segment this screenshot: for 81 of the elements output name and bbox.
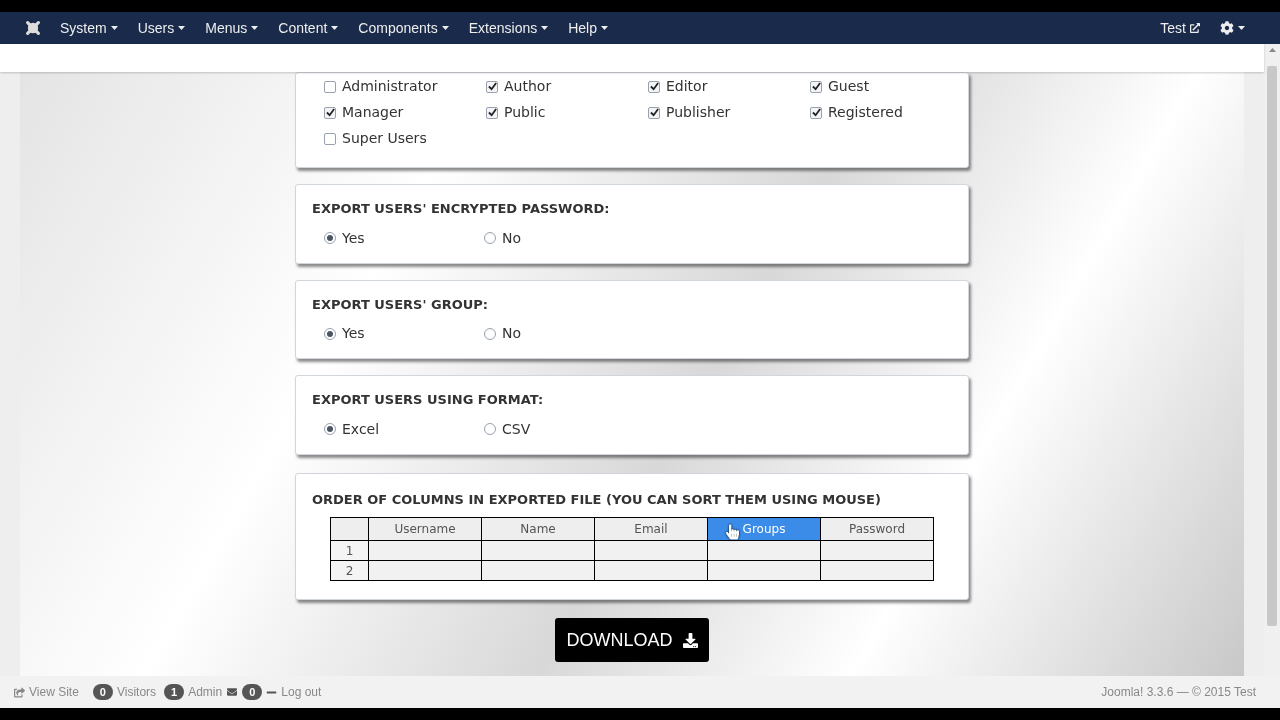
check-icon bbox=[649, 108, 659, 117]
checkbox[interactable] bbox=[810, 106, 822, 119]
nav-menu[interactable]: Help bbox=[568, 17, 608, 39]
check-icon bbox=[487, 108, 497, 117]
column-header[interactable]: Email bbox=[594, 517, 708, 541]
nav-menu[interactable]: Extensions bbox=[468, 17, 549, 39]
mail-icon bbox=[226, 687, 239, 697]
checkbox-label: Author bbox=[504, 77, 552, 96]
checkbox-label: Editor bbox=[666, 77, 708, 96]
radio-label: CSV bbox=[502, 419, 531, 439]
caret-icon bbox=[110, 26, 118, 30]
column-header[interactable]: Password bbox=[820, 517, 934, 541]
radio-button[interactable] bbox=[484, 327, 496, 340]
scroll-up-arrow-icon[interactable] bbox=[1268, 48, 1276, 52]
caret-icon bbox=[541, 26, 549, 30]
check-icon bbox=[487, 82, 497, 91]
nav-menu[interactable]: Menus bbox=[205, 17, 259, 39]
radio-label: Yes bbox=[342, 324, 365, 343]
count-badge: 0 bbox=[242, 683, 263, 701]
scrollbar-thumb[interactable] bbox=[1267, 66, 1277, 626]
section-title: ORDER OF COLUMNS IN EXPORTED FILE (YOU CAN SORT THEM USING MOUSE) bbox=[312, 490, 882, 509]
caret-icon bbox=[251, 26, 259, 30]
checkbox[interactable] bbox=[810, 80, 822, 93]
checkbox-label: Publisher bbox=[666, 103, 731, 122]
column-header[interactable]: Name bbox=[481, 517, 595, 541]
column-header[interactable]: Username bbox=[368, 517, 482, 541]
radio-button[interactable] bbox=[324, 327, 336, 340]
nav-menu[interactable]: System bbox=[60, 17, 118, 39]
nav-menu[interactable]: Content bbox=[278, 17, 339, 39]
download-button[interactable]: DOWNLOAD bbox=[555, 618, 709, 662]
version-text: Joomla! 3.3.6 — © 2015 Test bbox=[1101, 684, 1256, 701]
download-icon bbox=[682, 632, 698, 648]
joomla-logo-icon[interactable] bbox=[24, 19, 42, 37]
row-number: 2 bbox=[330, 560, 369, 581]
settings-menu-button[interactable] bbox=[1220, 21, 1245, 35]
view-site-icon bbox=[14, 686, 25, 698]
section-title: EXPORT USERS' GROUP: bbox=[312, 295, 489, 314]
admin-label: Admin bbox=[188, 684, 223, 701]
caret-icon bbox=[331, 26, 339, 30]
caret-icon bbox=[178, 26, 186, 30]
visitors-label: Visitors bbox=[116, 684, 157, 701]
caret-icon bbox=[601, 26, 608, 30]
nav-menu[interactable]: Components bbox=[358, 17, 449, 39]
check-icon bbox=[811, 82, 821, 91]
table-corner-cell bbox=[330, 517, 369, 541]
radio-label: No bbox=[502, 228, 522, 248]
settings-icon bbox=[1220, 21, 1234, 35]
radio-button[interactable] bbox=[484, 232, 496, 244]
hand-cursor-icon bbox=[726, 524, 739, 540]
user-link[interactable]: Test bbox=[1160, 17, 1200, 39]
count-badge: 1 bbox=[164, 683, 185, 701]
nav-menu[interactable]: Users bbox=[137, 17, 186, 39]
caret-icon bbox=[441, 26, 449, 30]
section-title: EXPORT USERS USING FORMAT: bbox=[312, 391, 545, 409]
caret-icon bbox=[1238, 26, 1245, 30]
checkbox[interactable] bbox=[486, 106, 498, 119]
row-number: 1 bbox=[330, 540, 369, 561]
checkbox-label: Registered bbox=[828, 103, 903, 122]
count-badge: 0 bbox=[92, 683, 113, 701]
checkbox-label: Super Users bbox=[342, 129, 427, 148]
section-title: EXPORT USERS' ENCRYPTED PASSWORD: bbox=[312, 200, 611, 218]
radio-button[interactable] bbox=[484, 423, 496, 435]
radio-button[interactable] bbox=[324, 423, 336, 435]
checkbox[interactable] bbox=[648, 80, 660, 93]
checkbox[interactable] bbox=[648, 106, 660, 119]
checkbox[interactable] bbox=[324, 80, 336, 93]
checkbox[interactable] bbox=[324, 106, 336, 119]
checkbox-label: Administrator bbox=[342, 77, 438, 96]
checkbox-label: Manager bbox=[342, 103, 404, 122]
radio-label: No bbox=[502, 324, 522, 343]
external-link-icon bbox=[1190, 23, 1200, 33]
radio-label: Yes bbox=[342, 228, 365, 248]
check-icon bbox=[811, 108, 821, 117]
checkbox-label: Public bbox=[504, 103, 546, 122]
radio-label: Excel bbox=[342, 419, 380, 439]
check-icon bbox=[325, 108, 335, 117]
radio-button[interactable] bbox=[324, 232, 336, 244]
checkbox[interactable] bbox=[324, 132, 336, 145]
checkbox[interactable] bbox=[486, 80, 498, 93]
checkbox-label: Guest bbox=[828, 77, 870, 96]
check-icon bbox=[649, 82, 659, 91]
